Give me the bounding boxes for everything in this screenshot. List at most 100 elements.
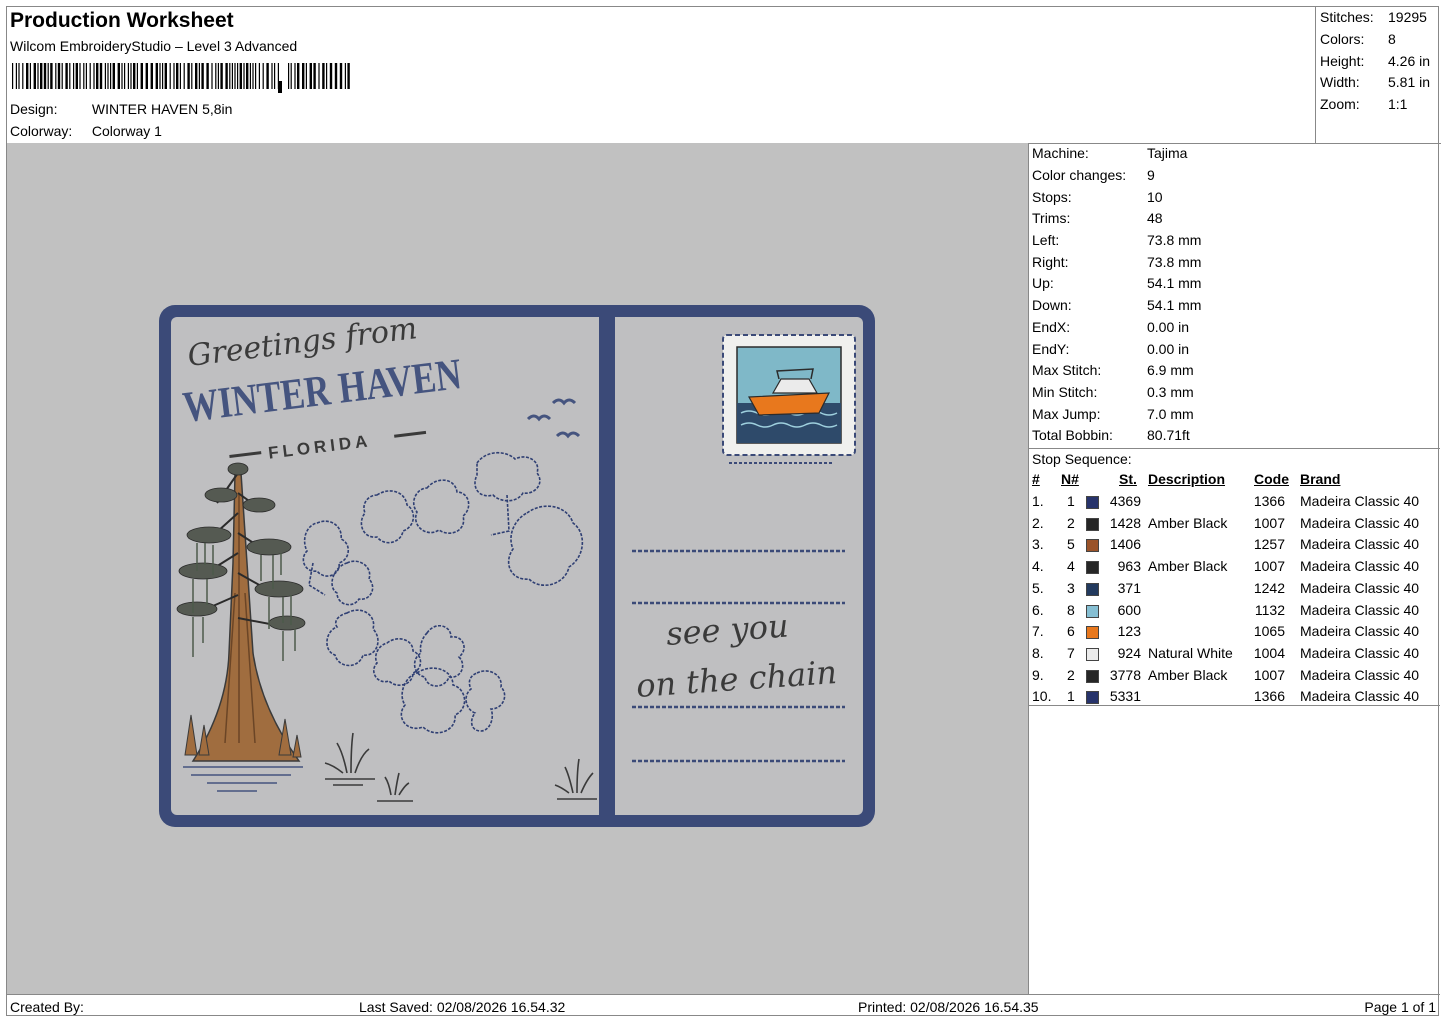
- postcard-divider: [599, 317, 615, 815]
- colorway-row: Colorway: Colorway 1: [10, 123, 162, 139]
- row-needle: 1: [1067, 688, 1075, 705]
- row-brand: Madeira Classic 40: [1300, 601, 1420, 618]
- row-needle: 2: [1067, 666, 1075, 683]
- row-brand: Madeira Classic 40: [1300, 623, 1420, 640]
- page-title: Production Worksheet: [10, 9, 234, 32]
- col-description: Description: [1148, 471, 1226, 487]
- row-stitches: 1406: [1109, 536, 1141, 553]
- info-value: 80.71ft: [1147, 427, 1190, 443]
- info-min-stitch: Min Stitch: 0.3 mm: [1032, 384, 1194, 400]
- info-label: Max Jump:: [1032, 406, 1101, 422]
- row-num: 1.: [1032, 493, 1044, 509]
- col-code: Code: [1254, 471, 1289, 487]
- info-total-bobbin: Total Bobbin: 80.71ft: [1032, 427, 1190, 443]
- row-stitches: 123: [1117, 623, 1141, 640]
- row-stitches: 5331: [1109, 688, 1141, 705]
- stamp-icon: [722, 334, 856, 456]
- row-code: 1366: [1253, 688, 1285, 705]
- info-max-stitch: Max Stitch: 6.9 mm: [1032, 362, 1194, 378]
- info-up: Up: 54.1 mm: [1032, 275, 1201, 291]
- info-label: Up:: [1032, 275, 1054, 291]
- info-trims: Trims: 48: [1032, 210, 1163, 226]
- row-needle: 1: [1067, 493, 1075, 509]
- info-value: 73.8 mm: [1147, 254, 1202, 270]
- embroidery-design: Greetings from WINTER HAVEN FLORIDA see …: [159, 305, 875, 827]
- info-label: Left:: [1032, 232, 1060, 248]
- color-swatch: [1086, 561, 1099, 575]
- table-row: 3. 5 1406 1257 Madeira Classic 40: [1029, 536, 1440, 558]
- info-value: 48: [1147, 210, 1163, 226]
- row-needle: 6: [1067, 623, 1075, 640]
- info-label: Down:: [1032, 297, 1072, 313]
- info-machine: Machine: Tajima: [1032, 145, 1187, 161]
- summary-value: 8: [1388, 31, 1396, 47]
- barcode: [12, 63, 350, 93]
- table-row: 4. 4 963 Amber Black 1007 Madeira Classic 40: [1029, 558, 1440, 580]
- design-label: Design:: [10, 101, 58, 117]
- table-row: 5. 3 371 1242 Madeira Classic 40: [1029, 580, 1440, 602]
- row-num: 3.: [1032, 536, 1044, 553]
- summary-label: Width:: [1320, 74, 1360, 90]
- row-stitches: 371: [1117, 579, 1141, 596]
- color-swatch: [1086, 626, 1099, 640]
- row-stitches: 963: [1117, 558, 1141, 575]
- row-code: 1007: [1253, 514, 1285, 531]
- color-swatch: [1086, 669, 1099, 683]
- summary-value: 19295: [1388, 9, 1427, 25]
- row-brand: Madeira Classic 40: [1300, 514, 1420, 531]
- summary-label: Zoom:: [1320, 96, 1360, 112]
- table-row: 7. 6 123 1065 Madeira Classic 40: [1029, 623, 1440, 645]
- summary-value: 5.81 in: [1388, 74, 1431, 90]
- worksheet-frame: Production Worksheet Wilcom EmbroiderySt…: [6, 6, 1441, 1016]
- summary-width: Width: 5.81 in: [1320, 74, 1430, 90]
- row-code: 1132: [1254, 601, 1285, 618]
- software-name: Wilcom EmbroideryStudio – Level 3 Advanc…: [10, 38, 298, 54]
- worksheet-header: Production Worksheet Wilcom EmbroiderySt…: [7, 7, 1315, 144]
- summary-zoom: Zoom: 1:1: [1320, 96, 1407, 112]
- row-needle: 4: [1067, 558, 1075, 575]
- summary-height: Height: 4.26 in: [1320, 53, 1430, 69]
- row-stitches: 1428: [1109, 514, 1141, 531]
- info-label: Color changes:: [1032, 167, 1127, 183]
- created-by: Created By:: [10, 999, 84, 1015]
- info-value: 0.3 mm: [1147, 384, 1194, 400]
- info-value: 0.00 in: [1147, 341, 1190, 357]
- summary-value: 1:1: [1388, 96, 1408, 112]
- col-num: #: [1032, 471, 1040, 487]
- info-endx: EndX: 0.00 in: [1032, 319, 1189, 335]
- row-brand: Madeira Classic 40: [1300, 493, 1420, 509]
- row-num: 9.: [1032, 666, 1044, 683]
- table-bottom-rule: [1029, 705, 1440, 706]
- row-needle: 7: [1067, 644, 1075, 661]
- table-row: 9. 2 3778 Amber Black 1007 Madeira Classic 40: [1029, 667, 1440, 689]
- design-value: WINTER HAVEN 5,8in: [91, 101, 233, 117]
- col-needle: N#: [1061, 471, 1079, 487]
- row-brand: Madeira Classic 40: [1300, 558, 1420, 575]
- design-preview-canvas[interactable]: Greetings from WINTER HAVEN FLORIDA see …: [7, 143, 1029, 994]
- info-label: Right:: [1032, 254, 1069, 270]
- row-needle: 5: [1067, 536, 1075, 553]
- info-label: Min Stitch:: [1032, 384, 1098, 400]
- summary-value: 4.26 in: [1388, 53, 1431, 69]
- info-value: 7.0 mm: [1147, 406, 1194, 422]
- row-num: 6.: [1032, 601, 1044, 618]
- color-swatch: [1086, 496, 1099, 509]
- info-label: Max Stitch:: [1032, 362, 1102, 378]
- summary-stitches: Stitches: 19295: [1320, 9, 1427, 25]
- colorway-value: Colorway 1: [91, 123, 162, 139]
- row-brand: Madeira Classic 40: [1300, 536, 1420, 553]
- row-description: Natural White: [1148, 644, 1233, 661]
- row-code: 1366: [1253, 493, 1285, 509]
- info-value: 54.1 mm: [1147, 275, 1202, 291]
- row-num: 10.: [1032, 688, 1052, 705]
- info-value: 54.1 mm: [1147, 297, 1202, 313]
- info-label: Total Bobbin:: [1032, 427, 1113, 443]
- row-brand: Madeira Classic 40: [1300, 688, 1420, 705]
- table-row: 2. 2 1428 Amber Black 1007 Madeira Classic 40: [1029, 515, 1440, 537]
- row-brand: Madeira Classic 40: [1300, 666, 1420, 683]
- summary-colors: Colors: 8: [1320, 31, 1396, 47]
- info-left: Left: 73.8 mm: [1032, 232, 1201, 248]
- machine-info-panel: Machine: Tajima Color changes: 9 Stops: 10 …: [1029, 143, 1440, 994]
- last-saved: Last Saved: 02/08/2026 16.54.32: [359, 999, 566, 1015]
- info-label: EndX:: [1032, 319, 1071, 335]
